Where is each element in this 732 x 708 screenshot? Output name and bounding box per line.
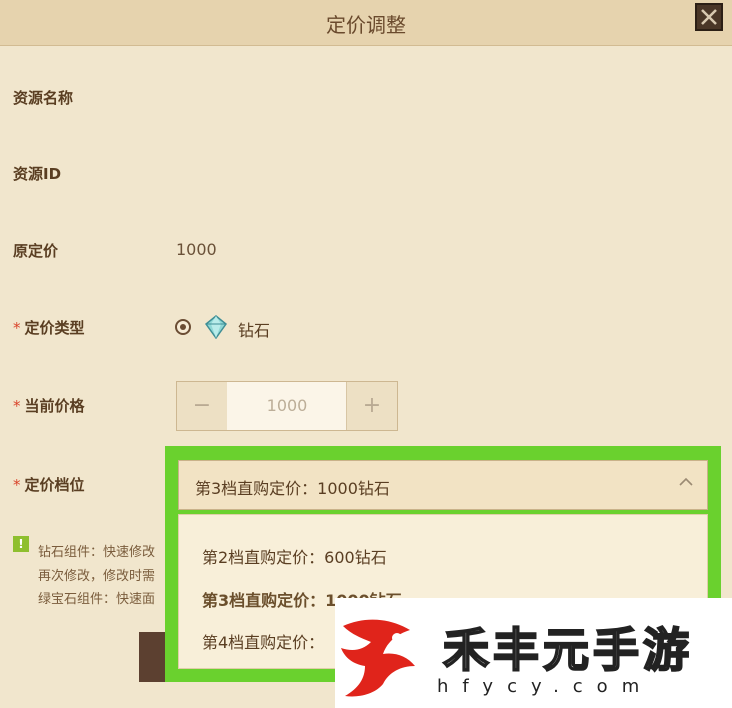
required-mark: * — [13, 397, 21, 415]
price-tier-label: * 定价档位 — [13, 474, 85, 495]
current-price-label: * 当前价格 — [13, 395, 85, 416]
resource-id-label: 资源ID — [13, 165, 62, 183]
pricing-type-label-text: 定价类型 — [24, 319, 85, 337]
required-mark: * — [13, 319, 21, 337]
dialog-title: 定价调整 — [326, 13, 406, 37]
price-tier-selected-value: 第3档直购定价：1000钻石 — [195, 479, 390, 498]
resource-name-label: 资源名称 — [13, 89, 74, 107]
dropdown-caret — [218, 515, 237, 524]
close-icon — [701, 9, 717, 25]
dialog-titlebar: 定价调整 — [0, 0, 732, 46]
watermark: 禾丰元手游 hfycy.com — [335, 598, 732, 708]
close-button[interactable] — [695, 3, 723, 31]
original-price-value: 1000 — [176, 240, 217, 259]
notice-icon: ! — [13, 536, 29, 552]
pricing-type-radio[interactable] — [175, 319, 191, 335]
price-tier-label-text: 定价档位 — [24, 476, 85, 494]
notice-line: 绿宝石组件：快速面 — [38, 592, 156, 607]
notice-line: 钻石组件：快速修改 — [38, 545, 156, 560]
notice-line: 再次修改，修改时需 — [38, 569, 156, 584]
tier-option[interactable]: 第2档直购定价：600钻石 — [202, 544, 387, 568]
watermark-url: hfycy.com — [437, 676, 654, 697]
price-tier-select[interactable]: 第3档直购定价：1000钻石 — [178, 460, 708, 510]
current-price-stepper: − 1000 + — [176, 381, 398, 431]
pricing-type-label: * 定价类型 — [13, 317, 85, 338]
pricing-type-option-label: 钻石 — [238, 321, 271, 340]
watermark-text: 禾丰元手游 — [442, 622, 693, 678]
original-price-label: 原定价 — [13, 242, 59, 260]
current-price-input[interactable]: 1000 — [227, 382, 347, 430]
diamond-icon — [205, 315, 227, 339]
increment-button[interactable]: + — [346, 382, 397, 430]
watermark-logo-icon — [341, 619, 415, 697]
current-price-label-text: 当前价格 — [24, 397, 85, 415]
required-mark: * — [13, 476, 21, 494]
decrement-button[interactable]: − — [177, 382, 227, 430]
tier-option[interactable]: 第4档直购定价： — [202, 629, 324, 653]
chevron-up-icon — [679, 477, 693, 486]
